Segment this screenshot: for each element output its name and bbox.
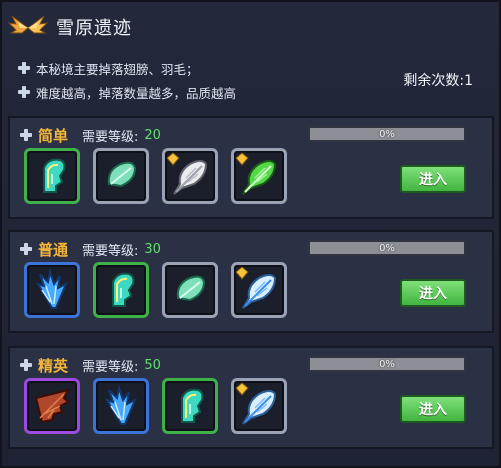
green-wing-icon[interactable]	[162, 378, 218, 434]
description-text: 难度越高，掉落数量越多，品质越高	[36, 85, 237, 101]
progress-bar: 0%	[308, 126, 466, 142]
reward-items	[24, 378, 287, 434]
difficulty-label: 简单	[38, 126, 69, 145]
section-header: 精英 需要等级: 50	[20, 354, 161, 376]
difficulty-label: 普通	[38, 240, 69, 259]
enter-button[interactable]: 进入	[400, 165, 466, 193]
enter-button[interactable]: 进入	[400, 279, 466, 307]
required-level-value: 30	[144, 241, 161, 257]
required-level-value: 50	[144, 357, 161, 373]
progress-bar: 0%	[308, 356, 466, 372]
progress-bar: 0%	[308, 240, 466, 256]
difficulty-label: 精英	[38, 356, 69, 375]
description-line: 难度越高，掉落数量越多，品质越高	[18, 80, 378, 104]
plus-icon	[20, 359, 32, 371]
plus-icon	[20, 129, 32, 141]
required-level-value: 20	[144, 127, 161, 143]
remaining-attempts: 剩余次数:1	[403, 73, 473, 89]
blue-wing-icon[interactable]	[93, 378, 149, 434]
bat-wing-icon[interactable]	[24, 378, 80, 434]
green-feather-icon[interactable]	[231, 148, 287, 204]
golden-wings-icon	[8, 15, 48, 34]
reward-items	[24, 148, 287, 204]
enter-button[interactable]: 进入	[400, 395, 466, 423]
blue-wing-icon[interactable]	[24, 262, 80, 318]
page-title: 雪原遗迹	[56, 18, 132, 39]
progress-text: 0%	[379, 242, 395, 254]
green-wing-icon[interactable]	[93, 262, 149, 318]
blue-feather-icon[interactable]	[231, 262, 287, 318]
section-header: 简单 需要等级: 20	[20, 124, 161, 146]
section-header: 普通 需要等级: 30	[20, 238, 161, 260]
required-level-label: 需要等级:	[82, 359, 139, 375]
progress-text: 0%	[379, 128, 395, 140]
difficulty-section-elite: 精英 需要等级: 50 0% 进入	[8, 346, 494, 449]
difficulty-section-easy: 简单 需要等级: 20 0% 进入	[8, 116, 494, 219]
plus-icon	[18, 86, 30, 98]
progress-text: 0%	[379, 358, 395, 370]
dungeon-panel: 雪原遗迹 本秘境主要掉落翅膀、羽毛； 难度越高，掉落数量越多，品质越高 剩余次数…	[0, 0, 501, 468]
green-feather-icon[interactable]	[93, 148, 149, 204]
difficulty-section-normal: 普通 需要等级: 30 0% 进入	[8, 230, 494, 333]
plus-icon	[20, 243, 32, 255]
dungeon-description: 本秘境主要掉落翅膀、羽毛； 难度越高，掉落数量越多，品质越高	[18, 56, 378, 104]
panel-header: 雪原遗迹	[8, 10, 492, 44]
green-feather-icon[interactable]	[162, 262, 218, 318]
description-text: 本秘境主要掉落翅膀、羽毛；	[36, 61, 199, 77]
description-line: 本秘境主要掉落翅膀、羽毛；	[18, 56, 378, 80]
required-level-label: 需要等级:	[82, 243, 139, 259]
reward-items	[24, 262, 287, 318]
green-wing-icon[interactable]	[24, 148, 80, 204]
white-feather-icon[interactable]	[162, 148, 218, 204]
required-level-label: 需要等级:	[82, 129, 139, 145]
blue-feather-icon[interactable]	[231, 378, 287, 434]
plus-icon	[18, 62, 30, 74]
